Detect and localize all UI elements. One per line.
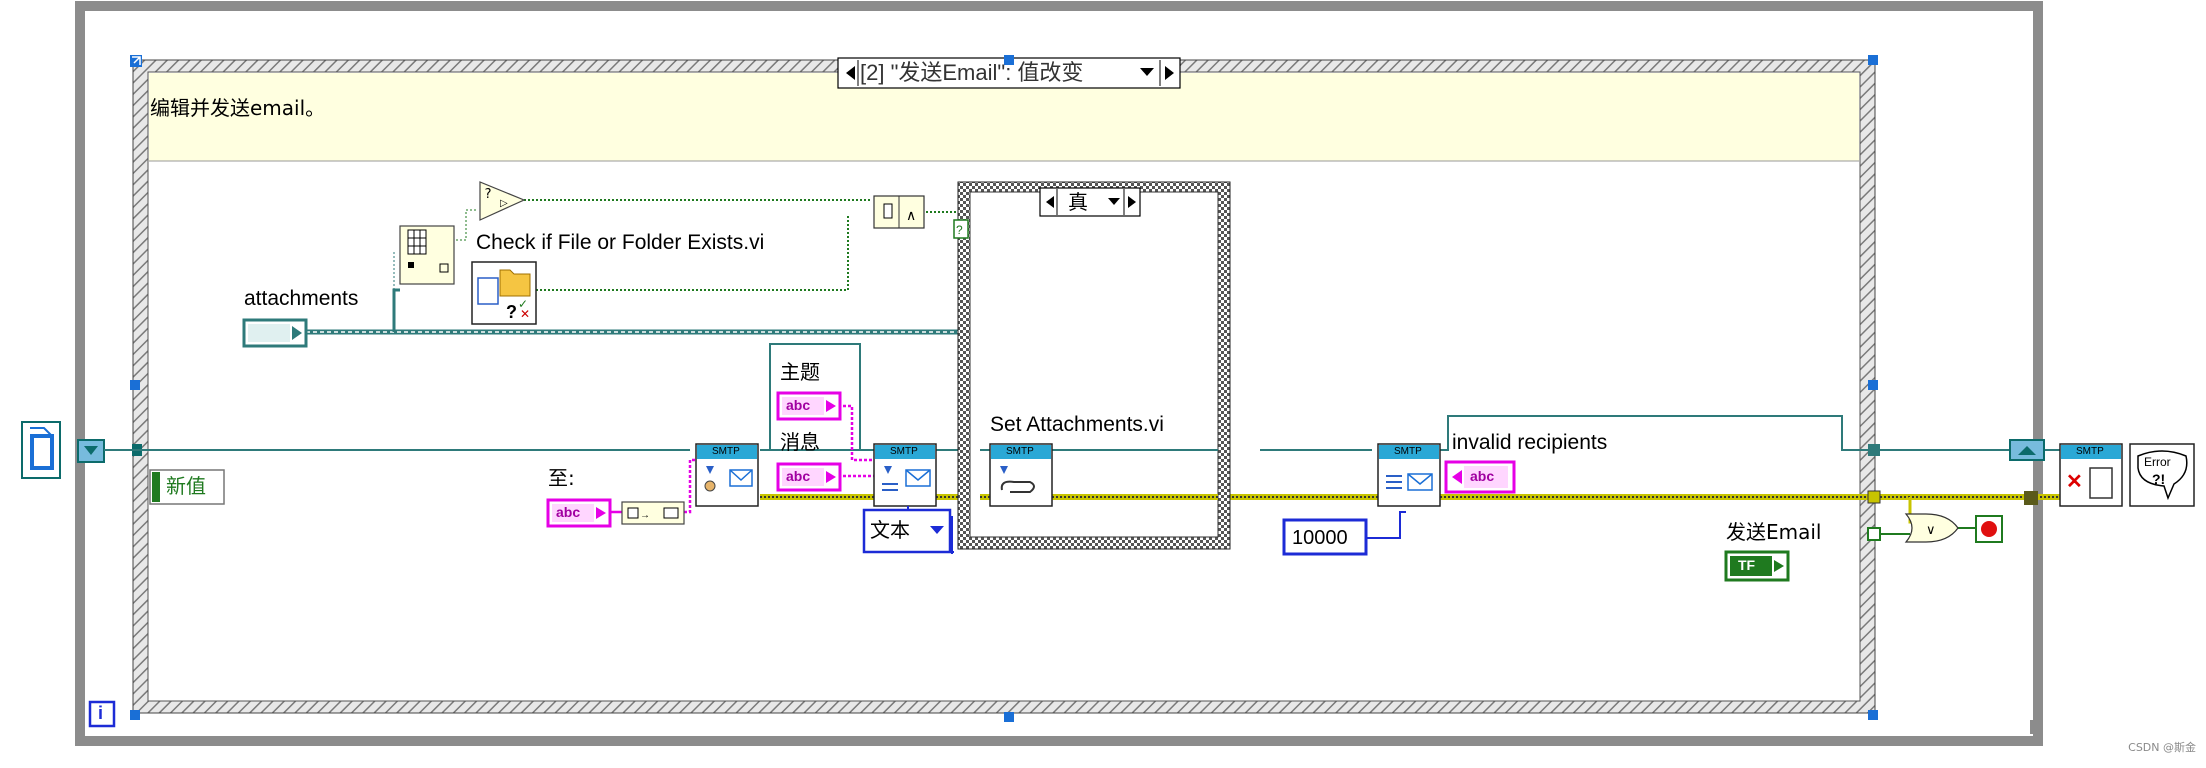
shift-register-left [2009, 439, 2045, 461]
abc-text-subject: abc [786, 397, 811, 413]
watermark: CSDN @斯金 [2128, 741, 2196, 754]
event-registration-input[interactable] [21, 421, 105, 479]
comment-text: 编辑并发送email。 [150, 96, 326, 120]
smtp-text-1: SMTP [712, 446, 740, 457]
abc-text-to: abc [556, 504, 581, 520]
iteration-label: i [98, 703, 104, 723]
error-text: Error [2144, 455, 2171, 469]
event-selector-label: [2] "发送Email": 值改变 [860, 60, 1084, 85]
svg-text:∧: ∧ [906, 207, 916, 223]
smtp-text-4: SMTP [1394, 446, 1422, 457]
text-enum-value: 文本 [870, 518, 910, 542]
new-value-label: 新值 [166, 474, 206, 498]
smtp-text-5: SMTP [2076, 446, 2104, 457]
send-email-label: 发送Email [1726, 520, 1822, 544]
error-q-text: ?! [2152, 471, 2166, 487]
and-node[interactable]: ∧ [873, 195, 925, 229]
block-diagram: ? ? ▷ ? ✕ ✓ ∧ ✕ → ∨ [2] "发送Email": 值改变 编… [0, 0, 2206, 763]
invalid-recipients-label: invalid recipients [1452, 431, 1608, 454]
set-attachments-vi-label: Set Attachments.vi [990, 413, 1164, 436]
svg-text:✓: ✓ [518, 297, 528, 311]
svg-text:?: ? [956, 223, 963, 237]
svg-text:∨: ∨ [1926, 522, 1936, 537]
to-label: 至: [548, 466, 575, 490]
check-file-vi-label: Check if File or Folder Exists.vi [476, 231, 765, 254]
case-selector[interactable] [1039, 187, 1141, 217]
check-file-exists-vi[interactable]: ? ✕ ✓ [471, 261, 537, 325]
svg-text:?: ? [506, 302, 517, 322]
stop-condition-terminal[interactable] [1975, 515, 2003, 543]
smtp-text-2: SMTP [890, 446, 918, 457]
svg-text:▷: ▷ [500, 198, 508, 209]
attachments-control[interactable] [242, 318, 308, 348]
index-array-node[interactable] [399, 225, 455, 285]
subject-label: 主题 [780, 360, 820, 384]
send-email-boolean-terminal[interactable] [1724, 550, 1790, 582]
timeout-value: 10000 [1292, 527, 1348, 549]
svg-text:→: → [640, 510, 650, 521]
message-label: 消息 [780, 430, 820, 454]
string-to-array-node[interactable]: → [621, 501, 685, 525]
svg-text:✕: ✕ [2066, 471, 2083, 493]
attachments-label: attachments [244, 287, 359, 310]
abc-text-message: abc [786, 468, 811, 484]
or-gate[interactable]: ∨ [1904, 513, 1959, 543]
tf-text: TF [1738, 557, 1756, 573]
smtp-text-3: SMTP [1006, 446, 1034, 457]
case-selector-value: 真 [1068, 190, 1088, 214]
abc-text-invalid: abc [1470, 468, 1495, 484]
svg-text:?: ? [484, 187, 492, 202]
